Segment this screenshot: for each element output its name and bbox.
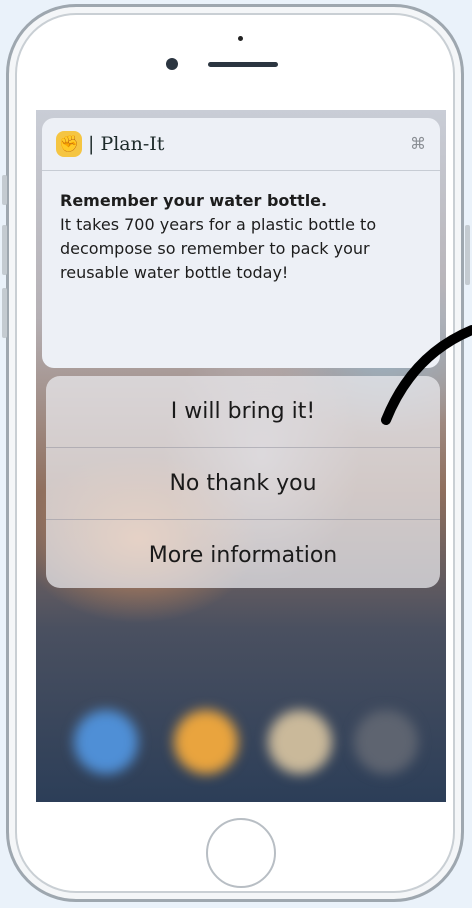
pointer-arrow bbox=[381, 325, 472, 425]
